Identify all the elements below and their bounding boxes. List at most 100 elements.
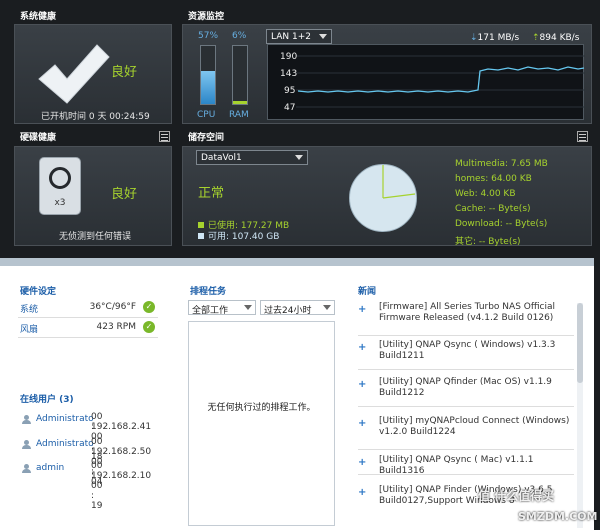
- volume-select-value: DataVol1: [201, 153, 242, 163]
- system-status: 良好: [111, 65, 138, 80]
- disk-count: x3: [54, 198, 66, 208]
- watermark-domain: SMZDM.COM: [518, 510, 598, 523]
- plus-icon[interactable]: +: [358, 343, 367, 353]
- news-title: 新闻: [358, 287, 377, 297]
- storage-status: 正常: [198, 186, 225, 201]
- user-name: admin: [36, 463, 65, 473]
- storage-breakdown-item: Download: -- Byte(s): [455, 219, 548, 229]
- storage-breakdown-item: Multimedia: 7.65 MB: [455, 159, 548, 169]
- hardware-row-value: 36°C/96°F: [89, 302, 136, 312]
- plus-icon[interactable]: +: [358, 458, 367, 468]
- upload-speed: ⇡894 KB/s: [532, 33, 580, 43]
- chevron-down-icon: [295, 155, 303, 160]
- plus-icon[interactable]: +: [358, 305, 367, 315]
- news-item-text[interactable]: [Utility] myQNAPcloud Connect (Windows) …: [379, 416, 574, 438]
- news-scrollbar[interactable]: [577, 303, 583, 528]
- cpu-percent: 57%: [198, 31, 219, 41]
- news-item-text[interactable]: [Firmware] All Series Turbo NAS Official…: [379, 302, 574, 324]
- news-item-text[interactable]: [Utility] QNAP Qfinder (Mac OS) v1.1.9 B…: [379, 377, 574, 399]
- disk-status: 良好: [111, 187, 138, 202]
- user-session-time: 00 : 00 : 19: [91, 461, 103, 511]
- task-range-select[interactable]: 过去24小时: [260, 300, 335, 316]
- y-tick: 143: [280, 69, 297, 79]
- hardware-row-system: 系统 36°C/96°F ✓: [18, 298, 158, 318]
- dashboard-top-panel: 系统健康 良好 已开机时间 0 天 00:24:59 硬碟健康 x3 良好 无侦…: [0, 0, 600, 258]
- disk-icon: x3: [39, 157, 81, 215]
- news-item[interactable]: + [Utility] QNAP Qfinder (Mac OS) v1.1.9…: [358, 377, 574, 407]
- hardware-row-label: 风扇: [20, 325, 39, 335]
- volume-select[interactable]: DataVol1: [196, 150, 308, 165]
- task-range-value: 过去24小时: [264, 306, 312, 316]
- y-tick: 95: [284, 86, 295, 96]
- user-ip: 192.168.2.50: [91, 447, 152, 457]
- user-name: Administrato: [36, 439, 94, 449]
- chevron-down-icon: [323, 305, 331, 310]
- user-name: Administrato: [36, 414, 94, 424]
- news-scroll-thumb[interactable]: [577, 303, 583, 383]
- storage-breakdown-item: Cache: -- Byte(s): [455, 204, 531, 214]
- news-item-text[interactable]: [Utility] QNAP Qsync ( Mac) v1.1.1 Build…: [379, 455, 574, 477]
- checkmark-icon: [33, 37, 113, 117]
- news-item[interactable]: + [Utility] QNAP Qsync ( Windows) v1.3.3…: [358, 340, 574, 370]
- hardware-row-value: 423 RPM: [96, 322, 137, 332]
- ram-bar: [232, 45, 248, 105]
- task-type-value: 全部工作: [192, 306, 229, 316]
- window-frame-edge: [594, 0, 600, 530]
- y-tick: 47: [284, 103, 295, 113]
- news-item[interactable]: + [Utility] myQNAPcloud Connect (Windows…: [358, 416, 574, 450]
- plus-icon[interactable]: +: [358, 419, 367, 429]
- ram-bar-fill: [233, 100, 247, 104]
- task-type-select[interactable]: 全部工作: [188, 300, 256, 316]
- lan-select[interactable]: LAN 1+2: [266, 29, 332, 44]
- cpu-bar: [200, 45, 216, 105]
- y-tick: 190: [280, 52, 297, 62]
- check-circle-icon: ✓: [143, 321, 155, 333]
- news-item[interactable]: + [Utility] QNAP Qsync ( Mac) v1.1.1 Bui…: [358, 455, 574, 477]
- online-users-title: 在线用户 (3): [20, 395, 74, 405]
- scheduled-tasks-title: 排程任务: [190, 287, 227, 297]
- cpu-label: CPU: [197, 110, 216, 120]
- storage-title: 储存空间: [188, 133, 225, 143]
- disk-health-tile[interactable]: x3 良好 无侦测到任何错误: [14, 146, 172, 246]
- download-arrow-icon: ⇣: [470, 33, 478, 43]
- disk-health-title: 硬碟健康: [20, 133, 57, 143]
- storage-breakdown-item: Web: 4.00 KB: [455, 189, 516, 199]
- ram-label: RAM: [229, 110, 249, 120]
- list-icon[interactable]: [577, 131, 588, 142]
- storage-breakdown-item: 其它: -- Byte(s): [455, 237, 521, 247]
- chevron-down-icon: [244, 305, 252, 310]
- user-icon: [22, 440, 31, 449]
- used-legend-swatch: [198, 222, 204, 228]
- plus-icon[interactable]: +: [358, 488, 367, 498]
- disk-message: 无侦测到任何错误: [59, 232, 132, 242]
- section-divider: [0, 258, 600, 266]
- network-chart: 190 143 95 47: [267, 44, 585, 120]
- hardware-row-label: 系统: [20, 305, 39, 315]
- system-health-tile[interactable]: 良好 已开机时间 0 天 00:24:59: [14, 24, 172, 124]
- cpu-bar-fill: [201, 70, 215, 104]
- hardware-title: 硬件设定: [20, 287, 57, 297]
- hardware-row-fan: 风扇 423 RPM ✓: [18, 318, 158, 338]
- user-icon: [22, 464, 31, 473]
- storage-pie: [349, 164, 417, 232]
- resource-monitor-title: 资源监控: [188, 12, 225, 22]
- task-empty-message: 无任何执行过的排程工作。: [207, 403, 316, 413]
- plus-icon[interactable]: +: [358, 380, 367, 390]
- storage-breakdown-item: homes: 64.00 KB: [455, 174, 532, 184]
- network-line: [297, 66, 585, 93]
- task-list: 无任何执行过的排程工作。: [188, 321, 335, 526]
- watermark-text: 值 什么值得买: [478, 489, 555, 503]
- user-ip: 192.168.2.10: [91, 471, 152, 481]
- upload-arrow-icon: ⇡: [532, 33, 540, 43]
- free-space: 可用: 107.40 GB: [198, 229, 279, 242]
- chevron-down-icon: [319, 34, 327, 39]
- list-icon[interactable]: [159, 131, 170, 142]
- user-ip: 192.168.2.41: [91, 422, 152, 432]
- check-circle-icon: ✓: [143, 301, 155, 313]
- system-health-title: 系统健康: [20, 12, 57, 22]
- news-item[interactable]: + [Firmware] All Series Turbo NAS Offici…: [358, 302, 574, 336]
- lan-select-value: LAN 1+2: [271, 32, 311, 42]
- news-item-text[interactable]: [Utility] QNAP Qsync ( Windows) v1.3.3 B…: [379, 340, 574, 362]
- uptime-text: 已开机时间 0 天 00:24:59: [41, 112, 150, 122]
- user-icon: [22, 415, 31, 424]
